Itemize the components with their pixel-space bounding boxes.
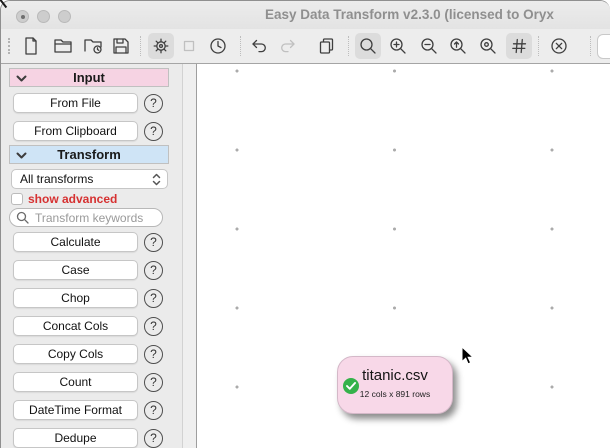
toolbar-separator <box>140 36 141 56</box>
help-button[interactable]: ? <box>144 429 163 448</box>
section-header-transform[interactable]: Transform <box>9 145 169 164</box>
zoom-in-icon <box>388 36 408 56</box>
duplicate-icon <box>316 36 336 56</box>
transform-button-count[interactable]: Count <box>13 372 138 392</box>
toolbar <box>1 29 610 64</box>
zoom-in-button[interactable] <box>385 33 411 59</box>
window-title: Easy Data Transform v2.3.0 (licensed to … <box>265 7 610 22</box>
open-recent-icon <box>83 36 103 56</box>
cancel-button[interactable] <box>546 33 572 59</box>
toolbar-partial-control[interactable] <box>597 34 610 59</box>
show-advanced-checkbox[interactable] <box>11 193 23 205</box>
save-button[interactable] <box>108 33 134 59</box>
open-file-button[interactable] <box>50 33 76 59</box>
clock-icon <box>208 36 228 56</box>
toolbar-drag-handle[interactable] <box>8 38 10 54</box>
help-button[interactable]: ? <box>144 373 163 392</box>
help-button[interactable]: ? <box>144 94 163 113</box>
zoom-out-button[interactable] <box>416 33 442 59</box>
transform-button-chop[interactable]: Chop <box>13 288 138 308</box>
transform-button-case[interactable]: Case <box>13 260 138 280</box>
help-button[interactable]: ? <box>144 317 163 336</box>
new-document-icon <box>21 36 41 56</box>
minimize-window-button[interactable] <box>37 10 50 23</box>
help-button[interactable]: ? <box>144 401 163 420</box>
section-title: Input <box>10 70 168 85</box>
search-button[interactable] <box>355 33 381 59</box>
close-window-button[interactable] <box>16 10 29 23</box>
grid-icon <box>509 36 529 56</box>
cancel-icon <box>549 36 569 56</box>
section-title: Transform <box>10 147 168 162</box>
new-document-button[interactable] <box>18 33 44 59</box>
zoom-reset-button[interactable] <box>475 33 501 59</box>
title-bar: Easy Data Transform v2.3.0 (licensed to … <box>1 1 610 29</box>
undo-icon <box>249 36 269 56</box>
status-ok-icon <box>343 378 359 394</box>
help-button[interactable]: ? <box>144 345 163 364</box>
redo-icon <box>278 36 298 56</box>
undo-button[interactable] <box>246 33 272 59</box>
left-panel: Input From File ? From Clipboard ? Trans… <box>1 64 197 448</box>
show-advanced-label: show advanced <box>28 192 117 206</box>
stop-icon <box>179 36 199 56</box>
search-icon <box>16 211 29 224</box>
search-icon <box>358 36 378 56</box>
transform-button-calculate[interactable]: Calculate <box>13 232 138 252</box>
traffic-lights <box>16 10 71 23</box>
node-titanic-csv[interactable]: titanic.csv 12 cols x 891 rows <box>337 356 453 414</box>
redo-button[interactable] <box>275 33 301 59</box>
transform-button-dedupe[interactable]: Dedupe <box>13 428 138 448</box>
zoom-reset-icon <box>478 36 498 56</box>
section-header-input[interactable]: Input <box>9 68 169 87</box>
duplicate-button[interactable] <box>313 33 339 59</box>
toggle-grid-button[interactable] <box>506 33 532 59</box>
save-icon <box>111 36 131 56</box>
search-input[interactable] <box>33 210 156 226</box>
from-file-button[interactable]: From File <box>13 93 138 113</box>
schedule-button[interactable] <box>205 33 231 59</box>
zoom-window-button[interactable] <box>58 10 71 23</box>
transform-button-datetime-format[interactable]: DateTime Format <box>13 400 138 420</box>
dropdown-value: All transforms <box>20 172 93 186</box>
workspace-canvas[interactable]: titanic.csv 12 cols x 891 rows <box>197 64 610 448</box>
toolbar-separator <box>590 36 591 56</box>
toolbar-separator <box>240 36 241 56</box>
help-button[interactable]: ? <box>144 289 163 308</box>
toolbar-separator <box>348 36 349 56</box>
transform-search-field[interactable] <box>9 208 163 227</box>
mouse-cursor <box>461 346 475 366</box>
transform-button-copy-cols[interactable]: Copy Cols <box>13 344 138 364</box>
open-folder-icon <box>53 36 73 56</box>
stepper-arrows-icon <box>152 173 161 186</box>
help-button[interactable]: ? <box>144 261 163 280</box>
zoom-out-icon <box>419 36 439 56</box>
sidebar-scrollbar-track[interactable] <box>182 64 196 448</box>
help-button[interactable]: ? <box>144 233 163 252</box>
zoom-100-button[interactable] <box>445 33 471 59</box>
chevron-down-icon <box>16 75 27 83</box>
stop-button[interactable] <box>176 33 202 59</box>
open-recent-button[interactable] <box>80 33 106 59</box>
zoom-100-icon <box>448 36 468 56</box>
toolbar-separator <box>538 36 539 56</box>
chevron-down-icon <box>16 152 27 160</box>
help-button[interactable]: ? <box>144 122 163 141</box>
transform-button-concat-cols[interactable]: Concat Cols <box>13 316 138 336</box>
run-gear-icon <box>151 36 171 56</box>
from-clipboard-button[interactable]: From Clipboard <box>13 121 138 141</box>
run-button[interactable] <box>148 33 174 59</box>
app-window: Easy Data Transform v2.3.0 (licensed to … <box>0 0 610 448</box>
transform-filter-dropdown[interactable]: All transforms <box>11 169 168 189</box>
